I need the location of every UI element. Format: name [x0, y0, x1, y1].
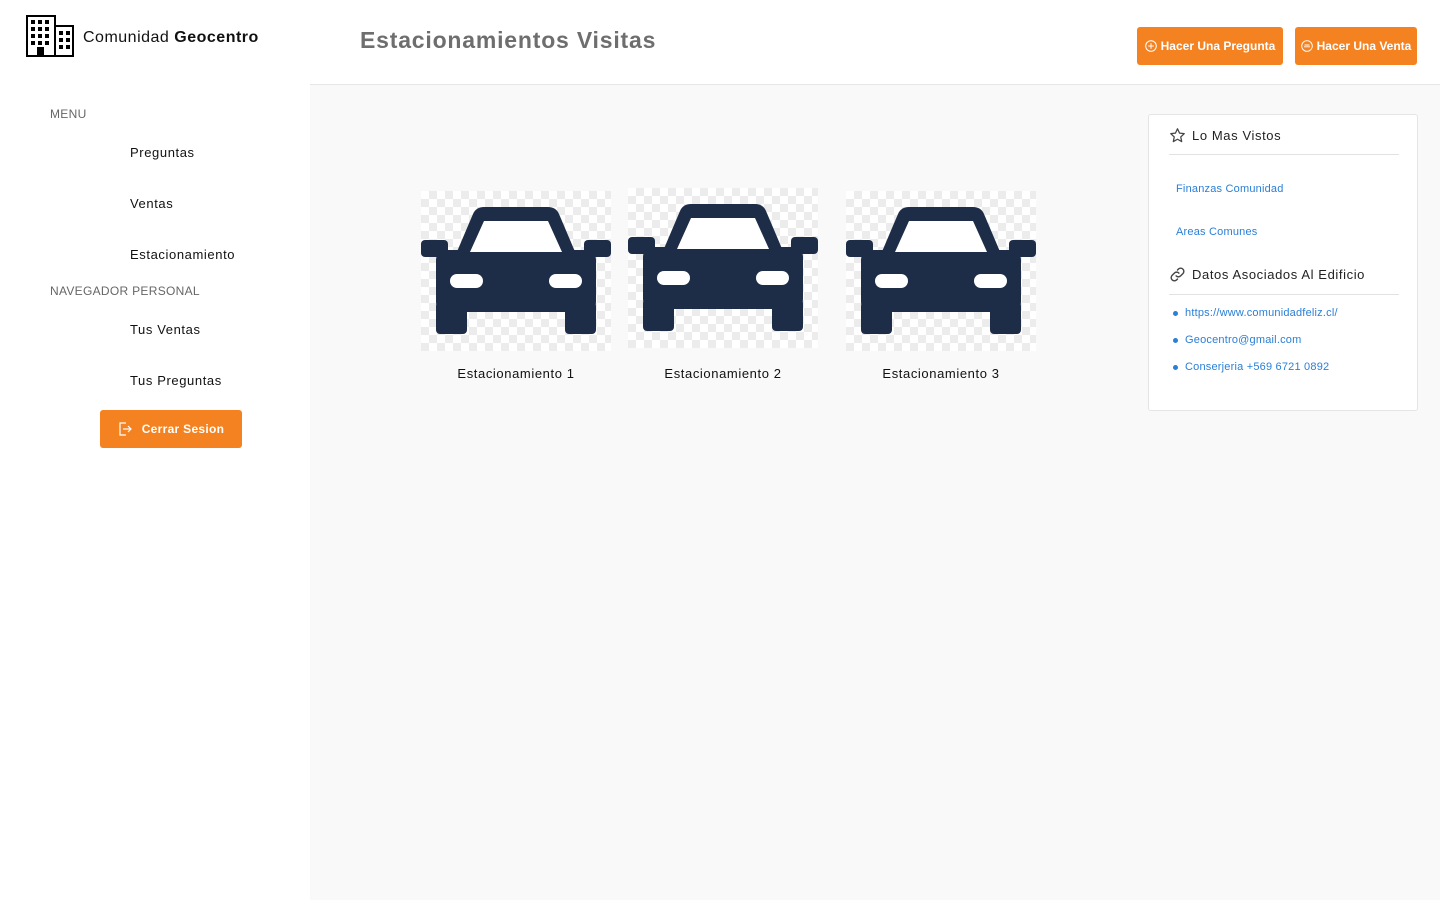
- building-data-header: Datos Asociados Al Edificio: [1169, 266, 1365, 283]
- parking-card-label: Estacionamiento 1: [457, 366, 575, 381]
- info-panel: Lo Mas Vistos Finanzas Comunidad Areas C…: [1148, 114, 1418, 411]
- logout-label: Cerrar Sesion: [141, 422, 225, 436]
- phone-link[interactable]: Conserjeria +569 6721 0892: [1173, 361, 1329, 373]
- brand-name: Comunidad Geocentro: [83, 29, 259, 47]
- sidebar-item-tus-preguntas[interactable]: Tus Preguntas: [130, 373, 222, 388]
- parking-card-label: Estacionamiento 3: [882, 366, 1000, 381]
- ask-question-label: Hacer Una Pregunta: [1160, 39, 1276, 53]
- divider: [1169, 294, 1399, 295]
- sidebar-item-tus-ventas[interactable]: Tus Ventas: [130, 322, 201, 337]
- page-title: Estacionamientos Visitas: [360, 27, 657, 53]
- link-icon: [1170, 267, 1185, 282]
- sidebar-item-estacionamiento[interactable]: Estacionamiento: [130, 247, 235, 262]
- plus-circle-icon: [1144, 40, 1157, 52]
- website-link[interactable]: https://www.comunidadfeliz.cl/: [1173, 307, 1338, 319]
- logout-button[interactable]: Cerrar Sesion: [100, 410, 242, 448]
- star-icon: [1170, 128, 1185, 143]
- most-viewed-title: Lo Mas Vistos: [1192, 128, 1282, 143]
- car-icon: [628, 204, 818, 331]
- email-link[interactable]: Geocentro@gmail.com: [1173, 334, 1301, 346]
- car-image: [846, 191, 1036, 351]
- bullet: [1173, 364, 1178, 370]
- sale-tag-icon: [1300, 40, 1313, 52]
- link-finanzas-comunidad[interactable]: Finanzas Comunidad: [1176, 183, 1284, 195]
- make-sale-label: Hacer Una Venta: [1316, 39, 1412, 53]
- brand-strong: Geocentro: [174, 29, 259, 46]
- phone-link-label: Conserjeria +569 6721 0892: [1185, 361, 1330, 373]
- parking-card-3[interactable]: Estacionamiento 3: [846, 191, 1036, 381]
- parking-card-1[interactable]: Estacionamiento 1: [421, 191, 611, 381]
- car-image: [628, 188, 818, 348]
- personal-section-label: NAVEGADOR PERSONAL: [50, 284, 200, 298]
- bullet: [1173, 337, 1178, 343]
- email-link-label: Geocentro@gmail.com: [1185, 334, 1302, 346]
- brand-prefix: Comunidad: [83, 29, 170, 46]
- ask-question-button[interactable]: Hacer Una Pregunta: [1137, 27, 1283, 65]
- parking-card-label: Estacionamiento 2: [664, 366, 782, 381]
- sidebar-item-preguntas[interactable]: Preguntas: [130, 145, 195, 160]
- sidebar: Comunidad Geocentro MENU Preguntas Venta…: [0, 0, 310, 900]
- main-content: Estacionamiento 1 Estacionamiento 2 Esta…: [310, 85, 1440, 900]
- website-link-label: https://www.comunidadfeliz.cl/: [1185, 307, 1338, 319]
- building-data-title: Datos Asociados Al Edificio: [1192, 267, 1366, 282]
- bullet: [1173, 310, 1178, 316]
- brand[interactable]: Comunidad Geocentro: [26, 15, 259, 57]
- link-areas-comunes[interactable]: Areas Comunes: [1176, 226, 1257, 238]
- car-image: [421, 191, 611, 351]
- building-icon: [26, 15, 74, 57]
- parking-card-2[interactable]: Estacionamiento 2: [628, 188, 818, 381]
- car-icon: [421, 207, 611, 334]
- menu-section-label: MENU: [50, 107, 87, 121]
- make-sale-button[interactable]: Hacer Una Venta: [1295, 27, 1417, 65]
- most-viewed-header: Lo Mas Vistos: [1169, 127, 1281, 144]
- divider: [1169, 154, 1399, 155]
- car-icon: [846, 207, 1036, 334]
- logout-icon: [119, 422, 132, 436]
- sidebar-item-ventas[interactable]: Ventas: [130, 196, 173, 211]
- header: Estacionamientos Visitas Hacer Una Pregu…: [310, 0, 1440, 85]
